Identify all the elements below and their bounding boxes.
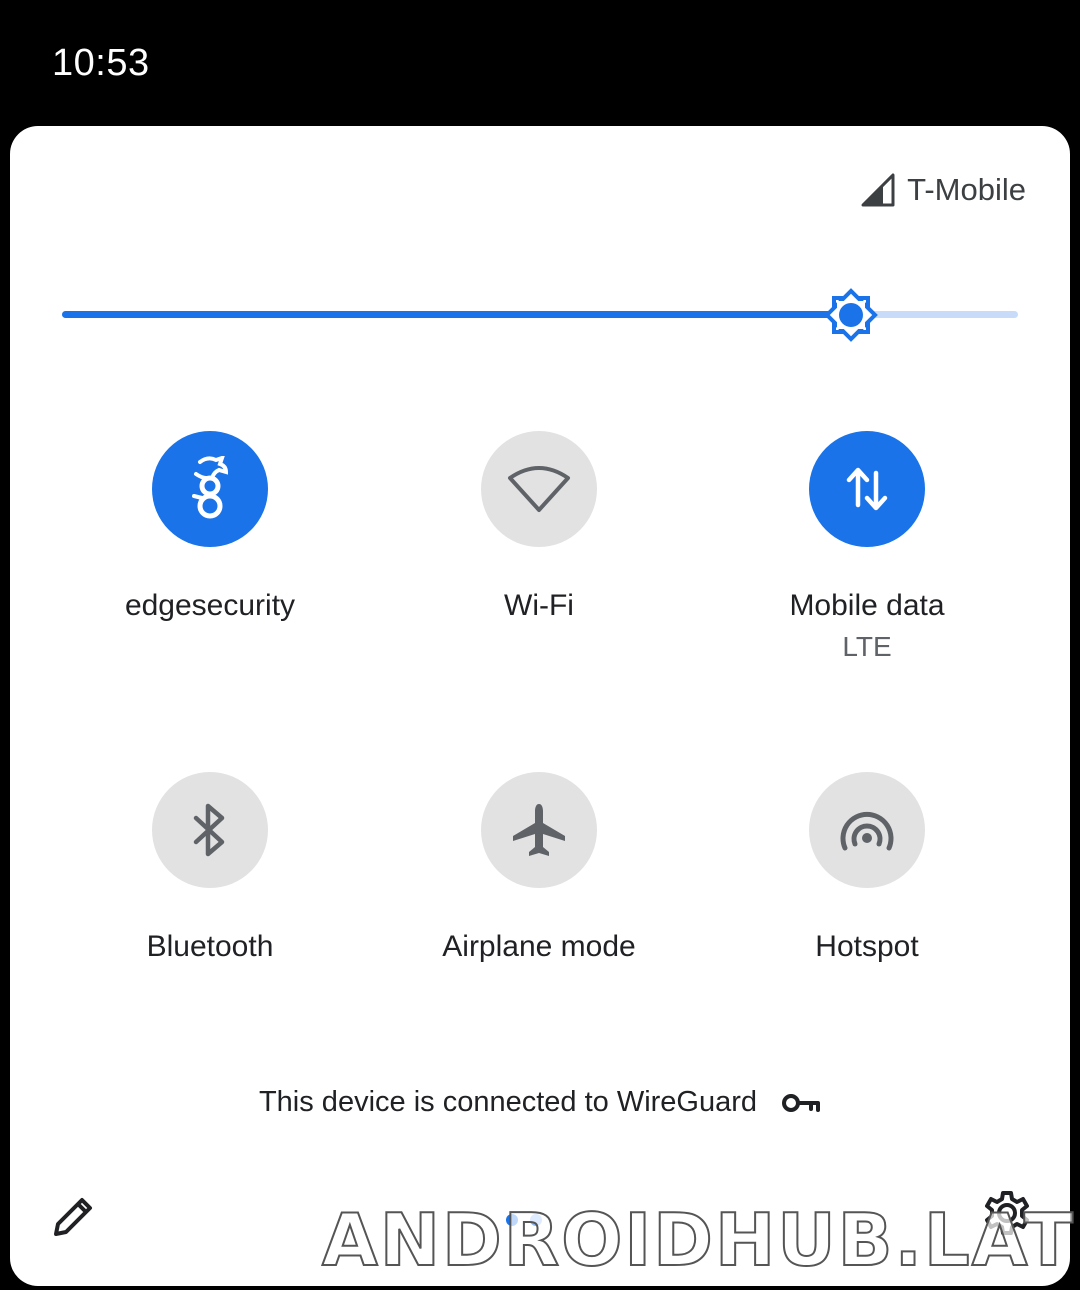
- tile-airplane-mode-label: Airplane mode: [442, 930, 636, 963]
- tile-airplane-mode-button[interactable]: [481, 772, 597, 888]
- tile-mobile-data-sublabel: LTE: [842, 631, 892, 662]
- tile-bluetooth[interactable]: Bluetooth: [80, 772, 340, 964]
- brightness-icon: [823, 288, 878, 342]
- tile-wifi[interactable]: Wi-Fi: [409, 431, 669, 623]
- tile-bluetooth-label: Bluetooth: [146, 930, 274, 963]
- tile-edgesecurity[interactable]: edgesecurity: [80, 431, 340, 623]
- wireguard-icon: [192, 456, 229, 519]
- tile-mobile-data-button[interactable]: [809, 431, 925, 547]
- tile-hotspot-button[interactable]: [809, 772, 925, 888]
- tile-edgesecurity-label: edgesecurity: [124, 589, 296, 622]
- vpn-notice[interactable]: This device is connected to WireGuard: [10, 1086, 1070, 1119]
- tile-wifi-label: Wi-Fi: [504, 589, 574, 622]
- mobile-data-icon: [846, 467, 888, 511]
- tile-wifi-button[interactable]: [481, 431, 597, 547]
- tile-edgesecurity-button[interactable]: [152, 431, 268, 547]
- tile-bluetooth-button[interactable]: [152, 772, 268, 888]
- hotspot-icon: [840, 811, 894, 851]
- brightness-thumb[interactable]: [822, 286, 880, 344]
- carrier-name: T-Mobile: [907, 172, 1026, 207]
- tile-hotspot[interactable]: Hotspot: [737, 772, 997, 964]
- brightness-fill: [62, 311, 851, 318]
- bluetooth-icon: [193, 803, 225, 857]
- tile-airplane-mode[interactable]: Airplane mode: [409, 772, 669, 964]
- key-icon: [782, 1093, 821, 1112]
- quick-settings-panel: T-Mobile edgesecurity Wi-Fi Mobile data …: [10, 126, 1070, 1286]
- tile-mobile-data[interactable]: Mobile data LTE: [737, 431, 997, 663]
- brightness-slider[interactable]: [62, 286, 1018, 344]
- clock: 10:53: [52, 42, 150, 84]
- vpn-notice-text: This device is connected to WireGuard: [258, 1086, 758, 1118]
- signal-icon: [861, 173, 895, 207]
- carrier-info: T-Mobile: [861, 170, 1026, 210]
- airplane-icon: [513, 804, 565, 856]
- tile-mobile-data-label: Mobile data: [789, 589, 945, 622]
- pencil-icon[interactable]: [50, 1192, 98, 1240]
- status-bar: 10:53: [0, 0, 1080, 126]
- watermark: ANDROIDHUB.LAT: [321, 1197, 1076, 1283]
- wifi-icon: [508, 466, 570, 512]
- tile-hotspot-label: Hotspot: [815, 930, 919, 963]
